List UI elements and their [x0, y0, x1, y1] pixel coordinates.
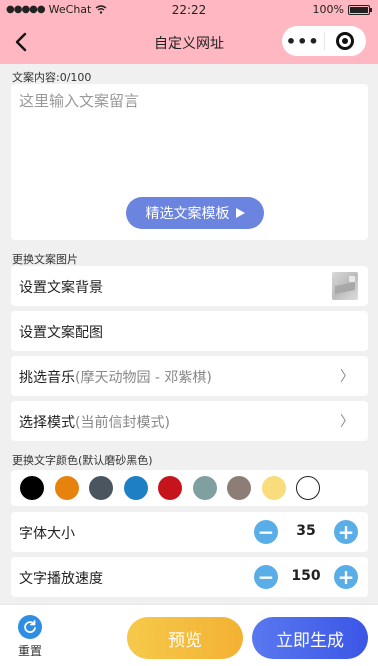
mode-label: 选择模式 — [19, 415, 75, 431]
color-swatch[interactable] — [89, 476, 113, 500]
reset-button[interactable]: 重置 — [14, 615, 46, 659]
color-swatch[interactable] — [296, 476, 320, 500]
set-image-row[interactable]: 设置文案配图 — [11, 311, 368, 351]
font-size-decrease-button[interactable]: − — [254, 520, 278, 544]
color-swatch[interactable] — [54, 476, 79, 500]
target-icon — [336, 32, 355, 50]
more-icon[interactable]: ••• — [282, 32, 324, 51]
template-button[interactable]: 精选文案模板 — [126, 197, 264, 229]
battery-icon — [348, 4, 372, 15]
music-row[interactable]: 挑选音乐(摩天动物园 - 邓紫棋) 〉 — [11, 356, 368, 396]
font-size-value: 35 — [296, 523, 316, 539]
content-textarea[interactable]: 这里输入文案留言 精选文案模板 — [11, 84, 368, 240]
status-bar: ●●●●● WeChat 22:22 100% — [0, 0, 378, 20]
preview-button[interactable]: 预览 — [127, 617, 243, 659]
mini-program-capsule: ••• — [282, 26, 366, 56]
speed-decrease-button[interactable]: − — [254, 565, 278, 589]
chevron-right-icon: 〉 — [340, 369, 354, 385]
font-size-label: 字体大小 — [19, 526, 75, 542]
template-button-label: 精选文案模板 — [145, 206, 230, 222]
mode-row[interactable]: 选择模式(当前信封模式) 〉 — [11, 401, 368, 441]
speed-row: 文字播放速度 − 150 + — [11, 557, 368, 597]
color-swatches — [11, 470, 368, 506]
content-placeholder: 这里输入文案留言 — [19, 92, 140, 110]
music-label: 挑选音乐 — [19, 370, 75, 386]
speed-increase-button[interactable]: + — [334, 565, 358, 589]
color-swatch[interactable] — [192, 476, 217, 500]
close-mini-program-button[interactable] — [324, 32, 366, 50]
font-size-increase-button[interactable]: + — [334, 520, 358, 544]
content-count-label: 文案内容:0/100 — [12, 71, 92, 84]
background-thumbnail[interactable] — [332, 272, 358, 300]
font-size-row: 字体大小 − 35 + — [11, 512, 368, 552]
generate-button[interactable]: 立即生成 — [252, 617, 368, 659]
speed-label: 文字播放速度 — [19, 571, 103, 587]
color-swatch[interactable] — [158, 476, 182, 500]
color-swatch[interactable] — [123, 476, 148, 500]
chevron-right-icon: 〉 — [340, 414, 354, 430]
color-swatch[interactable] — [20, 476, 44, 500]
mode-value: (当前信封模式) — [75, 415, 170, 431]
color-swatch[interactable] — [227, 476, 251, 500]
set-background-label: 设置文案背景 — [19, 280, 103, 296]
color-swatch[interactable] — [261, 476, 286, 500]
color-section-label: 更换文字颜色(默认磨砂黑色) — [12, 454, 153, 467]
speed-stepper: − 150 + — [254, 565, 358, 589]
refresh-icon — [18, 615, 42, 639]
nav-bar: 自定义网址 ••• — [0, 20, 378, 64]
bottom-bar: 重置 预览 立即生成 — [0, 604, 378, 666]
play-arrow-icon — [235, 208, 245, 218]
font-size-stepper: − 35 + — [254, 520, 358, 544]
battery-percent: 100% — [312, 3, 344, 16]
set-image-label: 设置文案配图 — [19, 325, 103, 341]
speed-value: 150 — [291, 568, 321, 584]
set-background-row[interactable]: 设置文案背景 — [11, 266, 368, 306]
reset-label: 重置 — [17, 644, 42, 658]
music-value: (摩天动物园 - 邓紫棋) — [75, 370, 212, 386]
image-section-label: 更换文案图片 — [12, 253, 78, 266]
